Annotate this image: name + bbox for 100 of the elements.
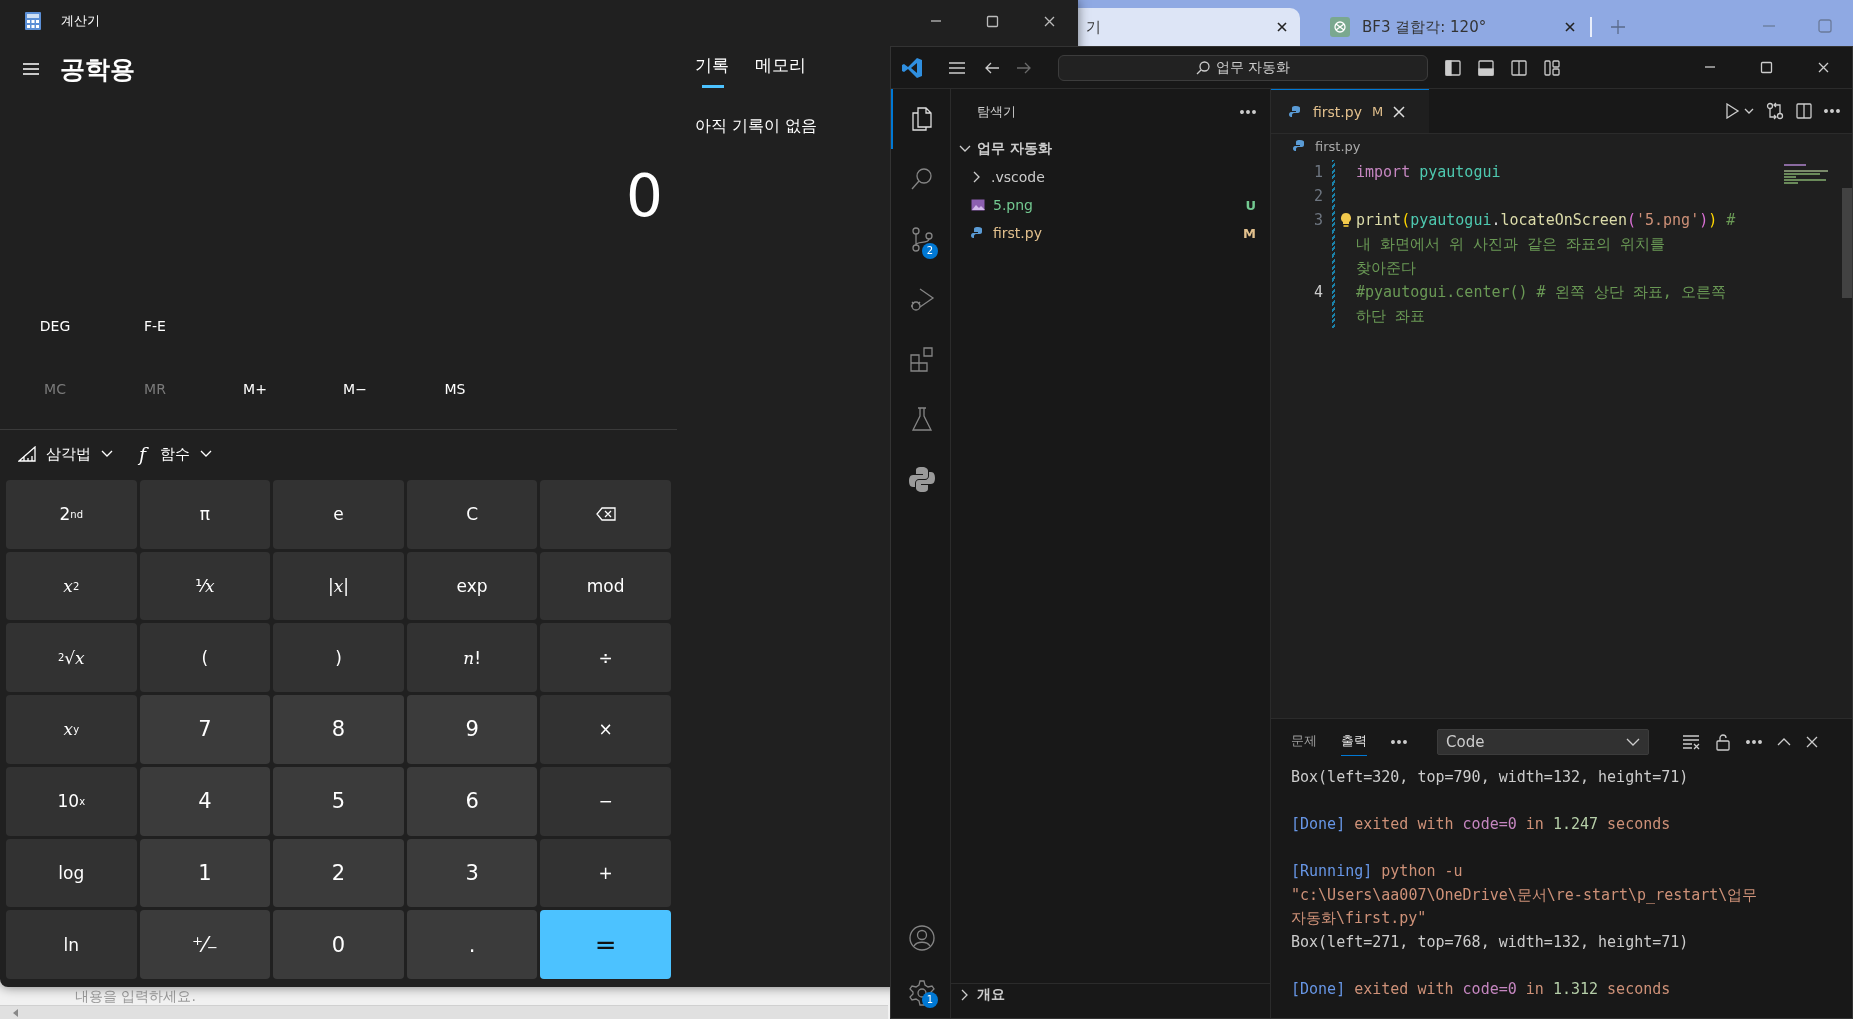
calculator-key[interactable]: π bbox=[139, 480, 271, 549]
mode-toggle-button[interactable]: F-E bbox=[105, 308, 205, 344]
calculator-key[interactable]: 4 bbox=[139, 766, 271, 836]
activity-bar-item[interactable]: 1 bbox=[891, 968, 950, 1018]
panel-toggle-icon[interactable] bbox=[1478, 59, 1494, 76]
lock-icon[interactable] bbox=[1715, 732, 1731, 751]
calculator-key[interactable]: n! bbox=[406, 623, 538, 693]
file-row[interactable]: 5.png U bbox=[951, 191, 1270, 219]
panel-tab[interactable]: 기록 bbox=[695, 54, 729, 88]
calculator-key[interactable]: 9 bbox=[406, 695, 538, 764]
run-icon[interactable] bbox=[1724, 103, 1740, 119]
calculator-key[interactable]: C bbox=[406, 480, 538, 549]
file-row[interactable]: .vscode bbox=[951, 163, 1270, 191]
calculator-key[interactable]: log bbox=[6, 838, 137, 908]
editor-tab[interactable]: first.py M bbox=[1271, 89, 1429, 133]
calculator-key[interactable]: . bbox=[406, 910, 538, 979]
clear-output-icon[interactable] bbox=[1682, 733, 1700, 750]
calculator-key[interactable]: 3 bbox=[406, 838, 538, 908]
browser-tab[interactable]: 기 bbox=[1078, 8, 1300, 46]
calculator-key[interactable]: e bbox=[273, 480, 404, 549]
calculator-key[interactable]: 10$^{x}$ bbox=[6, 766, 137, 836]
more-icon[interactable] bbox=[1391, 739, 1407, 744]
file-name: .vscode bbox=[991, 169, 1046, 185]
folder-row[interactable]: 업무 자동화 bbox=[951, 135, 1270, 163]
calculator-key[interactable]: ¹⁄x bbox=[139, 551, 271, 621]
compare-changes-icon[interactable] bbox=[1766, 102, 1784, 120]
calculator-key[interactable]: |x| bbox=[273, 551, 404, 621]
calculator-key[interactable]: mod bbox=[540, 551, 671, 621]
calculator-key[interactable]: ( bbox=[139, 623, 271, 693]
output-line: [Done] exited with code=0 in 1.312 seconds bbox=[1291, 978, 1671, 1000]
panel-tab[interactable]: 메모리 bbox=[755, 54, 806, 88]
output-line: [Running] python -u bbox=[1291, 861, 1463, 882]
sidebar-toggle-icon[interactable] bbox=[1445, 59, 1461, 76]
calculator-key[interactable]: = bbox=[540, 910, 671, 979]
panel-tab[interactable]: 출력 bbox=[1341, 727, 1367, 756]
file-row[interactable]: first.py M bbox=[951, 219, 1270, 247]
split-layout-icon[interactable] bbox=[1511, 59, 1527, 76]
triangle-ruler-icon bbox=[18, 446, 36, 462]
close-icon[interactable] bbox=[1276, 21, 1288, 33]
forward-arrow-icon[interactable] bbox=[1016, 60, 1032, 75]
calculator-key[interactable]: 1 bbox=[139, 838, 271, 908]
mode-title: 공학용 bbox=[60, 53, 135, 86]
calculator-key[interactable]: 2 bbox=[273, 838, 404, 908]
scrollbar-thumb[interactable] bbox=[1842, 188, 1852, 298]
extensions-icon bbox=[907, 345, 936, 373]
sidebar-title: 탐색기 bbox=[977, 103, 1017, 121]
calculator-key[interactable]: 8 bbox=[273, 695, 404, 764]
horizontal-scrollbar[interactable] bbox=[0, 1005, 888, 1019]
line-number: 1 bbox=[1312, 163, 1323, 181]
split-editor-icon[interactable] bbox=[1796, 103, 1812, 119]
calculator-key[interactable]: 6 bbox=[406, 766, 538, 836]
file-name: 5.png bbox=[993, 197, 1034, 213]
command-search-field[interactable]: 업무 자동화 bbox=[1058, 54, 1428, 81]
channel-dropdown[interactable]: Code bbox=[1437, 728, 1649, 755]
line-number: 2 bbox=[1312, 187, 1323, 205]
calculator-key[interactable]: 5 bbox=[273, 766, 404, 836]
more-icon[interactable] bbox=[1746, 739, 1762, 744]
section-header[interactable]: 개요 bbox=[951, 983, 1270, 1006]
count-badge: 2 bbox=[922, 243, 938, 259]
account-icon bbox=[907, 924, 936, 952]
dropdown-button[interactable]: 삼각법 bbox=[14, 436, 117, 472]
lightbulb-icon[interactable] bbox=[1339, 212, 1352, 228]
backspace-icon bbox=[595, 507, 616, 522]
menu-icon[interactable] bbox=[948, 60, 966, 75]
python-icon bbox=[907, 465, 936, 493]
calculator-key[interactable]: 0 bbox=[273, 910, 404, 979]
calculator-key[interactable]: exp bbox=[406, 551, 538, 621]
memory-button[interactable]: M+ bbox=[205, 371, 305, 407]
display-value: 0 bbox=[626, 162, 663, 230]
calculator-key[interactable]: 2$^{nd}$ bbox=[6, 480, 137, 549]
calculator-key[interactable]: x$^{y}$ bbox=[6, 695, 137, 764]
calculator-key[interactable]: + bbox=[540, 838, 671, 908]
search-icon bbox=[1195, 60, 1210, 75]
dropdown-button[interactable]: f 함수 bbox=[131, 436, 217, 472]
chevron-up-icon[interactable] bbox=[1777, 737, 1791, 746]
browser-tab[interactable]: BF3 결합각: 120° bbox=[1300, 8, 1590, 46]
memory-button[interactable]: MS bbox=[405, 371, 505, 407]
close-icon[interactable] bbox=[1564, 21, 1576, 33]
scroll-left-icon[interactable] bbox=[12, 1007, 20, 1018]
calculator-key[interactable]: $^{2}$√x bbox=[6, 623, 137, 693]
more-icon[interactable] bbox=[1240, 110, 1256, 114]
breadcrumb[interactable]: first.py bbox=[1315, 138, 1361, 154]
calculator-key[interactable]: 7 bbox=[139, 695, 271, 764]
calculator-key[interactable]: ÷ bbox=[540, 623, 671, 693]
calculator-key[interactable]: ) bbox=[273, 623, 404, 693]
calculator-key[interactable]: ln bbox=[6, 910, 137, 979]
line-number: 3 bbox=[1312, 211, 1323, 229]
calculator-key[interactable]: − bbox=[540, 766, 671, 836]
calculator-key[interactable]: x$^{2}$ bbox=[6, 551, 137, 621]
more-icon[interactable] bbox=[1824, 109, 1840, 113]
calculator-key[interactable]: ⁺⁄₋ bbox=[139, 910, 271, 979]
layout-grid-icon[interactable] bbox=[1544, 59, 1560, 76]
mode-toggle-button[interactable]: DEG bbox=[5, 308, 105, 344]
activity-bar-item[interactable]: 2 bbox=[891, 209, 950, 269]
panel-tab[interactable]: 문제 bbox=[1291, 727, 1317, 756]
memory-button[interactable]: M− bbox=[305, 371, 405, 407]
python-file-icon bbox=[1289, 104, 1303, 119]
back-arrow-icon[interactable] bbox=[984, 60, 1000, 75]
calculator-key[interactable]: × bbox=[540, 695, 671, 764]
chevron-down-icon[interactable] bbox=[1744, 108, 1754, 114]
